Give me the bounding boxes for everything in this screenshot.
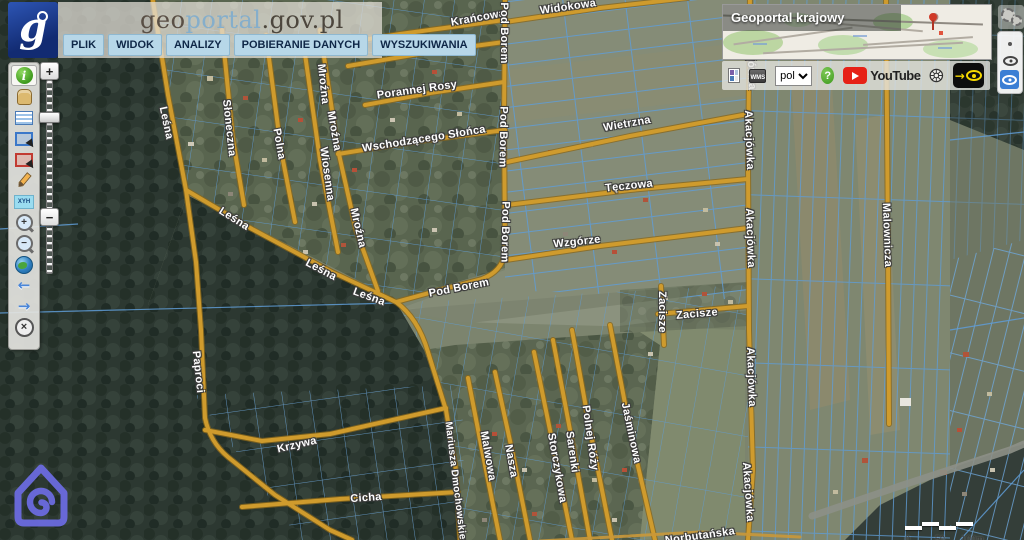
minimap-label-mark	[938, 47, 952, 49]
legend-icon[interactable]	[728, 68, 740, 83]
minimap-label-mark	[753, 43, 767, 45]
eye-small-icon[interactable]	[1003, 56, 1018, 66]
minimap-green-area	[818, 35, 868, 55]
youtube-label: YouTube	[870, 68, 920, 83]
minimap-marker-stem	[932, 20, 934, 30]
zoom-in-tool-button[interactable]: +	[11, 212, 37, 233]
layer-visibility-panel	[997, 31, 1023, 94]
street-label: Malownicza	[880, 203, 894, 268]
coordinates-button[interactable]: XYH	[11, 191, 37, 212]
menu-item-widok[interactable]: WIDOK	[108, 34, 162, 56]
scale-segment	[956, 522, 973, 526]
wheel-icon[interactable]	[929, 66, 944, 85]
language-select[interactable]: pol	[775, 66, 812, 86]
xyh-icon: XYH	[14, 195, 34, 209]
scale-segment	[939, 526, 956, 530]
street-label: Akacjówka	[743, 208, 757, 268]
visibility-toggle[interactable]: →	[953, 63, 984, 88]
menu-item-pobieranie-danych[interactable]: POBIERANIE DANYCH	[234, 34, 369, 56]
zoom-slider-plus-button[interactable]: +	[40, 62, 59, 80]
site-title-suffix: .gov.pl	[261, 6, 343, 34]
info-icon: i	[16, 67, 33, 84]
youtube-play-icon	[843, 67, 867, 84]
dot-icon[interactable]	[1008, 42, 1012, 46]
select-area-button[interactable]	[11, 128, 37, 149]
street-label: Zacisze	[656, 291, 668, 333]
table-icon	[15, 111, 33, 125]
map-tools-toolbar: i XYH + − ← → ×	[8, 62, 40, 350]
attribute-table-button[interactable]	[11, 107, 37, 128]
next-view-button[interactable]: →	[11, 296, 37, 317]
minimap-label-mark	[853, 35, 867, 37]
previous-view-button[interactable]: ←	[11, 275, 37, 296]
site-title: geoportal.gov.pl	[140, 6, 344, 34]
zoom-slider-track[interactable]	[46, 80, 53, 274]
map-scale-bar: 0 50 100m	[905, 522, 991, 540]
minimap-marker-dot	[939, 31, 943, 35]
menu-item-wyszukiwania[interactable]: WYSZUKIWANIA	[372, 34, 475, 56]
zoom-slider-minus-button[interactable]: −	[40, 208, 59, 226]
eye-icon	[966, 70, 982, 81]
scale-segment	[922, 522, 939, 526]
menu-item-analizy[interactable]: ANALIZY	[166, 34, 230, 56]
menu-item-plik[interactable]: PLIK	[63, 34, 104, 56]
street-label: Pod Borem	[498, 2, 510, 63]
wms-icon[interactable]: WMS	[749, 69, 766, 83]
draw-measure-button[interactable]	[11, 170, 37, 191]
zoom-out-icon: −	[16, 235, 33, 252]
youtube-link[interactable]: YouTube	[843, 67, 920, 84]
geoportal-app: KrańcowaWidokowaPod BoremKsiężycowaPoran…	[0, 0, 1024, 540]
scale-segment	[905, 526, 922, 530]
minimap-title: Geoportal krajowy	[731, 10, 844, 25]
spiral-mark	[30, 491, 52, 513]
logo-ring-icon	[37, 11, 48, 22]
street-label: Cicha	[350, 491, 382, 505]
clear-selection-button[interactable]	[11, 149, 37, 170]
gear-icon	[1011, 15, 1022, 26]
scale-label: 50	[935, 534, 945, 540]
site-title-portal: portal	[186, 6, 262, 34]
street-label: Akacjówka	[742, 110, 756, 170]
cancel-circle-icon: ×	[15, 318, 34, 337]
eye-icon	[1002, 75, 1017, 85]
hand-icon	[17, 89, 32, 105]
geoportal-logo[interactable]: g	[8, 2, 58, 58]
site-title-geo: geo	[140, 6, 186, 34]
scale-label: 100m	[961, 534, 984, 540]
globe-icon	[15, 256, 33, 274]
pan-tool-button[interactable]	[11, 86, 37, 107]
street-label: Pod Borem	[496, 106, 509, 168]
top-right-toolbar: WMS pol ? YouTube →	[722, 61, 990, 90]
street-label: Akacjówka	[744, 347, 758, 407]
arrow-left-icon: ←	[18, 278, 31, 293]
pencil-icon	[16, 172, 32, 189]
street-label: Pod Borem	[498, 201, 511, 263]
settings-gears-button[interactable]	[998, 5, 1024, 29]
scale-label: 0	[905, 534, 910, 540]
zoom-out-tool-button[interactable]: −	[11, 233, 37, 254]
full-extent-button[interactable]	[11, 254, 37, 275]
arrow-icon: →	[955, 70, 965, 82]
layer-eye-button[interactable]	[1000, 70, 1019, 89]
main-menu: PLIK WIDOK ANALIZY POBIERANIE DANYCH WYS…	[63, 34, 476, 56]
identify-tool-button[interactable]: i	[11, 65, 37, 86]
overview-minimap[interactable]: Geoportal krajowy	[722, 4, 992, 60]
help-icon[interactable]: ?	[821, 67, 834, 84]
zoom-slider-handle[interactable]	[39, 112, 60, 123]
zoom-in-icon: +	[16, 214, 33, 231]
abort-button[interactable]: ×	[11, 317, 37, 338]
arrow-right-icon: →	[18, 299, 31, 314]
watermark-house-logo	[12, 458, 70, 532]
